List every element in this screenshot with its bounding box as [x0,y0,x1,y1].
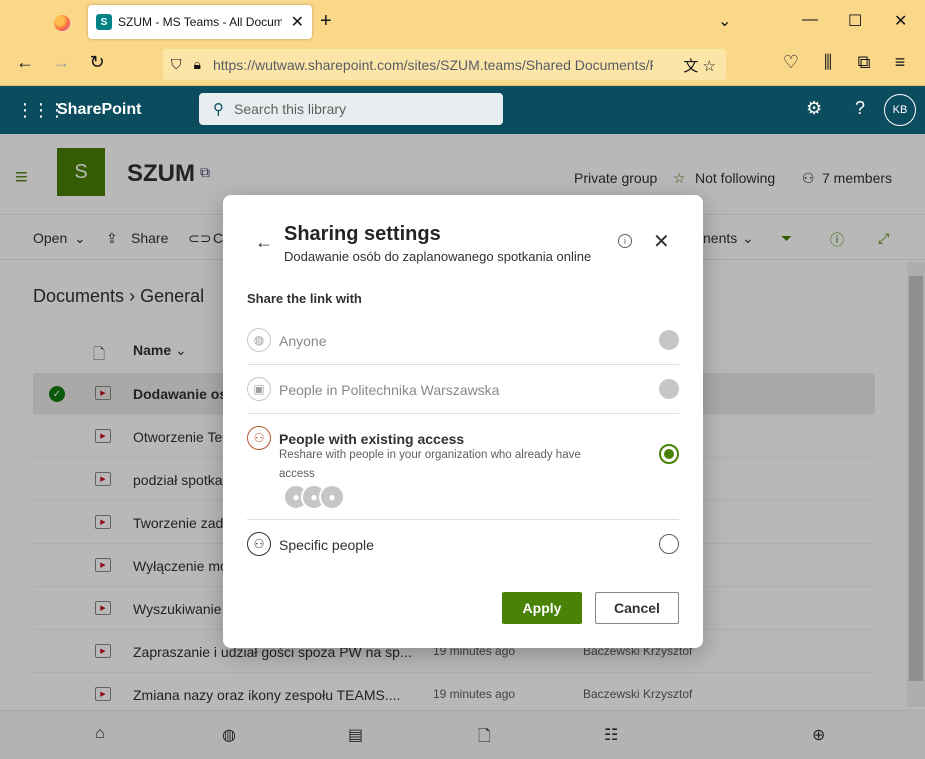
settings-icon[interactable]: ⚙ [806,98,822,119]
search-box[interactable]: ⚲ Search this library [199,93,503,125]
translate-star-icons[interactable]: 文 ☆ [683,55,716,76]
search-placeholder: Search this library [234,101,347,117]
option-description: Reshare with people in your organization… [279,449,581,480]
info-icon[interactable]: i [618,234,632,248]
sharing-settings-dialog: ← Sharing settings Dodawanie osób do zap… [223,195,703,648]
pocket-icon[interactable]: ♡ [778,52,804,73]
lock-icon[interactable]: 🔒︎ [194,56,201,73]
avatar: ● [319,484,345,510]
help-icon[interactable]: ? [855,98,865,119]
shield-icon[interactable]: ⛉ [171,56,182,73]
back-arrow-icon[interactable]: ← [255,232,273,253]
library-icon[interactable]: ⫼ [815,52,841,73]
firefox-icon [54,15,70,31]
avatar[interactable]: KB [884,94,916,126]
option-label: People with existing access [279,431,465,447]
option-organization[interactable]: ▣ People in Politechnika Warszawska [247,365,679,414]
radio-existing-access[interactable] [659,444,679,464]
url-bar[interactable]: ⛉ 🔒︎ https://wutwaw.sharepoint.com/sites… [163,49,726,80]
suite-header: ⋮⋮⋮ SharePoint ⚲ Search this library ⚙ ?… [0,86,925,134]
extensions-icon[interactable]: ⧉ [851,52,877,73]
new-tab-icon[interactable]: + [320,10,332,33]
tab-close-icon[interactable]: ✕ [291,12,304,32]
radio-anyone[interactable] [659,330,679,350]
option-label: People in Politechnika Warszawska [279,382,500,398]
menu-icon[interactable]: ≡ [887,52,913,73]
briefcase-icon: ▣ [247,377,271,401]
sharepoint-brand[interactable]: SharePoint [57,101,141,119]
apply-button[interactable]: Apply [502,592,582,624]
radio-organization[interactable] [659,379,679,399]
forward-icon[interactable]: → [48,52,74,73]
cancel-button[interactable]: Cancel [595,592,679,624]
option-specific-people[interactable]: ⚇ Specific people [247,520,679,568]
option-existing-access[interactable]: ⚇ People with existing access Reshare wi… [247,414,679,520]
url-text[interactable]: https://wutwaw.sharepoint.com/sites/SZUM… [213,57,653,73]
tab-title: SZUM - MS Teams - All Documents [118,15,282,29]
minimize-icon[interactable]: — [802,11,818,29]
radio-specific-people[interactable] [659,534,679,554]
back-icon[interactable]: ← [12,52,38,73]
close-window-icon[interactable]: ✕ [894,11,907,31]
reload-icon[interactable]: ↻ [84,52,110,73]
option-label: Anyone [279,333,327,349]
globe-icon: ◍ [247,328,271,352]
browser-tab-bar: S SZUM - MS Teams - All Documents ✕ + ⌄ … [0,0,925,44]
firefox-tab[interactable] [40,8,84,38]
search-icon: ⚲ [213,101,224,118]
sharepoint-favicon-icon: S [96,14,112,30]
dialog-subtitle: Dodawanie osób do zaplanowanego spotkani… [284,249,592,264]
people-avatars: ● ● ● [283,484,353,510]
option-label: Specific people [279,537,374,553]
option-anyone[interactable]: ◍ Anyone [247,316,679,365]
active-tab[interactable]: S SZUM - MS Teams - All Documents ✕ [88,5,312,39]
dialog-title: Sharing settings [284,223,441,245]
maximize-icon[interactable]: ☐ [848,11,862,31]
browser-nav-bar: ← → ↻ ⛉ 🔒︎ https://wutwaw.sharepoint.com… [0,44,925,86]
add-person-icon: ⚇ [247,532,271,556]
person-icon: ⚇ [247,426,271,450]
share-link-heading: Share the link with [247,291,362,306]
tab-list-icon[interactable]: ⌄ [718,11,731,31]
close-icon[interactable]: ✕ [653,229,670,254]
